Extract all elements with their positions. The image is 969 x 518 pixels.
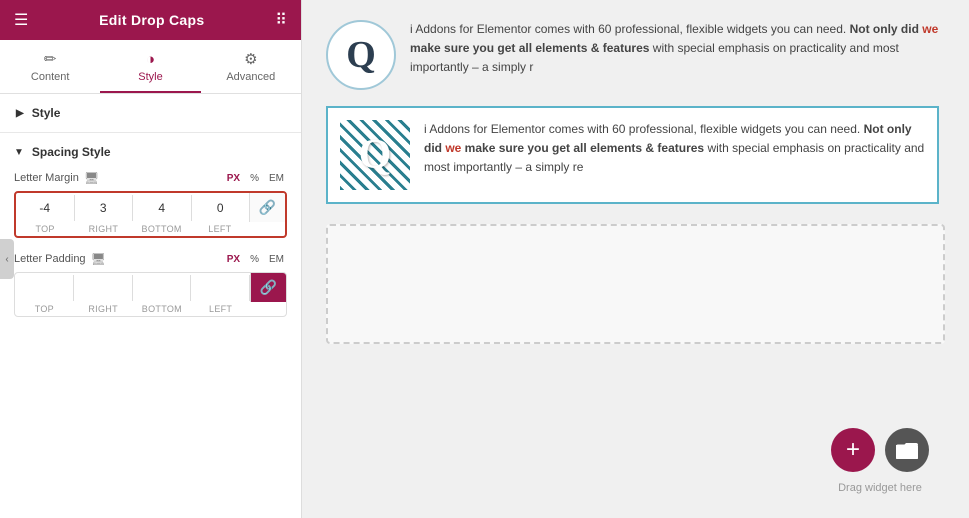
letter-padding-label-row: Letter Padding 🖥 PX % EM (14, 252, 287, 266)
unit-percent-padding[interactable]: % (247, 253, 262, 266)
tabs-bar: ✏ Content ◑ Style ⚙ Advanced (0, 40, 301, 94)
drop-cap-letter-2: Q (359, 131, 392, 179)
fab-buttons: + (831, 428, 929, 472)
widget-block-2: Q i Addons for Elementor comes with 60 p… (326, 106, 939, 204)
right-panel: Q i Addons for Elementor comes with 60 p… (302, 0, 969, 518)
margin-bottom-input[interactable] (133, 195, 192, 221)
monitor-icon-padding: 🖥 (91, 252, 106, 266)
margin-top-label: TOP (16, 224, 74, 234)
margin-left-input[interactable] (192, 195, 250, 221)
left-panel: ☰ Edit Drop Caps ⠿ ✏ Content ◑ Style ⚙ A… (0, 0, 302, 518)
style-tab-icon: ◑ (146, 51, 155, 68)
margin-labels-row: TOP RIGHT BOTTOM LEFT (16, 222, 285, 236)
padding-bottom-input[interactable] (133, 275, 192, 301)
tab-content[interactable]: ✏ Content (0, 40, 100, 93)
panel-header: ☰ Edit Drop Caps ⠿ (0, 0, 301, 40)
drop-zone (326, 224, 945, 344)
unit-em-margin[interactable]: EM (266, 172, 287, 185)
unit-px-padding[interactable]: PX (224, 253, 243, 266)
style-section-label: Style (32, 106, 61, 120)
fab-area: + Drag widget here (831, 428, 929, 494)
add-widget-button[interactable]: + (831, 428, 875, 472)
unit-percent-margin[interactable]: % (247, 172, 262, 185)
tab-content-label: Content (31, 71, 70, 83)
spacing-arrow: ▼ (14, 147, 24, 158)
letter-margin-label: Letter Margin 🖥 (14, 171, 99, 185)
letter-margin-control: Letter Margin 🖥 PX % EM � (14, 171, 287, 238)
spacing-section-header[interactable]: ▼ Spacing Style (14, 145, 287, 159)
margin-inputs-row: 🔗 (16, 193, 285, 222)
padding-labels-row: TOP RIGHT BOTTOM LEFT (15, 302, 286, 316)
content-tab-icon: ✏ (44, 50, 57, 68)
tab-style[interactable]: ◑ Style (100, 40, 200, 93)
letter-padding-label: Letter Padding 🖥 (14, 252, 106, 266)
margin-right-label: RIGHT (74, 224, 132, 234)
padding-right-input[interactable] (74, 275, 133, 301)
widget-block-1: Q i Addons for Elementor comes with 60 p… (326, 20, 939, 90)
padding-top-label: TOP (15, 304, 74, 314)
preview-area: Q i Addons for Elementor comes with 60 p… (302, 0, 969, 224)
drop-cap-teal-wrapper: Q (340, 120, 410, 190)
letter-padding-control: Letter Padding 🖥 PX % EM (14, 252, 287, 317)
margin-bottom-label: BOTTOM (133, 224, 191, 234)
drag-label: Drag widget here (838, 482, 922, 494)
padding-right-label: RIGHT (74, 304, 133, 314)
folder-button[interactable] (885, 428, 929, 472)
grid-icon[interactable]: ⠿ (275, 10, 287, 30)
padding-bottom-label: BOTTOM (133, 304, 192, 314)
hamburger-icon[interactable]: ☰ (14, 10, 28, 30)
tab-advanced-label: Advanced (226, 71, 275, 83)
widget-text-content-1: i Addons for Elementor comes with 60 pro… (410, 22, 938, 74)
style-section-arrow: ▶ (16, 108, 24, 119)
widget-text-content-2: i Addons for Elementor comes with 60 pro… (424, 122, 924, 174)
padding-left-input[interactable] (191, 275, 250, 301)
monitor-icon: 🖥 (84, 171, 99, 185)
margin-right-input[interactable] (75, 195, 134, 221)
panel-body: ▶ Style ▼ Spacing Style Letter Margin 🖥 … (0, 94, 301, 518)
margin-top-input[interactable] (16, 195, 75, 221)
widget-text-1: i Addons for Elementor comes with 60 pro… (410, 20, 939, 78)
unit-buttons-margin: PX % EM (224, 172, 287, 185)
spacing-style-section: ▼ Spacing Style Letter Margin 🖥 PX % EM (0, 133, 301, 343)
style-section-header[interactable]: ▶ Style (0, 94, 301, 133)
letter-padding-inputs: 🔗 TOP RIGHT BOTTOM LEFT (14, 272, 287, 317)
margin-link-button[interactable]: 🔗 (249, 193, 285, 222)
collapse-handle[interactable]: ‹ (0, 239, 14, 279)
letter-margin-inputs: 🔗 TOP RIGHT BOTTOM LEFT (14, 191, 287, 238)
letter-margin-label-row: Letter Margin 🖥 PX % EM (14, 171, 287, 185)
margin-left-label: LEFT (191, 224, 249, 234)
unit-buttons-padding: PX % EM (224, 253, 287, 266)
unit-em-padding[interactable]: EM (266, 253, 287, 266)
widget-text-2: i Addons for Elementor comes with 60 pro… (424, 120, 925, 178)
padding-top-input[interactable] (15, 275, 74, 301)
spacing-section-label: Spacing Style (32, 145, 111, 159)
padding-inputs-row: 🔗 (15, 273, 286, 302)
folder-icon (896, 441, 918, 459)
padding-link-button[interactable]: 🔗 (250, 273, 286, 302)
drop-cap-letter-1: Q (346, 33, 376, 77)
drop-cap-circle-1: Q (326, 20, 396, 90)
unit-px-margin[interactable]: PX (224, 172, 243, 185)
advanced-tab-icon: ⚙ (244, 50, 257, 68)
panel-title: Edit Drop Caps (99, 12, 204, 28)
padding-left-label: LEFT (191, 304, 250, 314)
tab-advanced[interactable]: ⚙ Advanced (201, 40, 301, 93)
tab-style-label: Style (138, 71, 162, 83)
